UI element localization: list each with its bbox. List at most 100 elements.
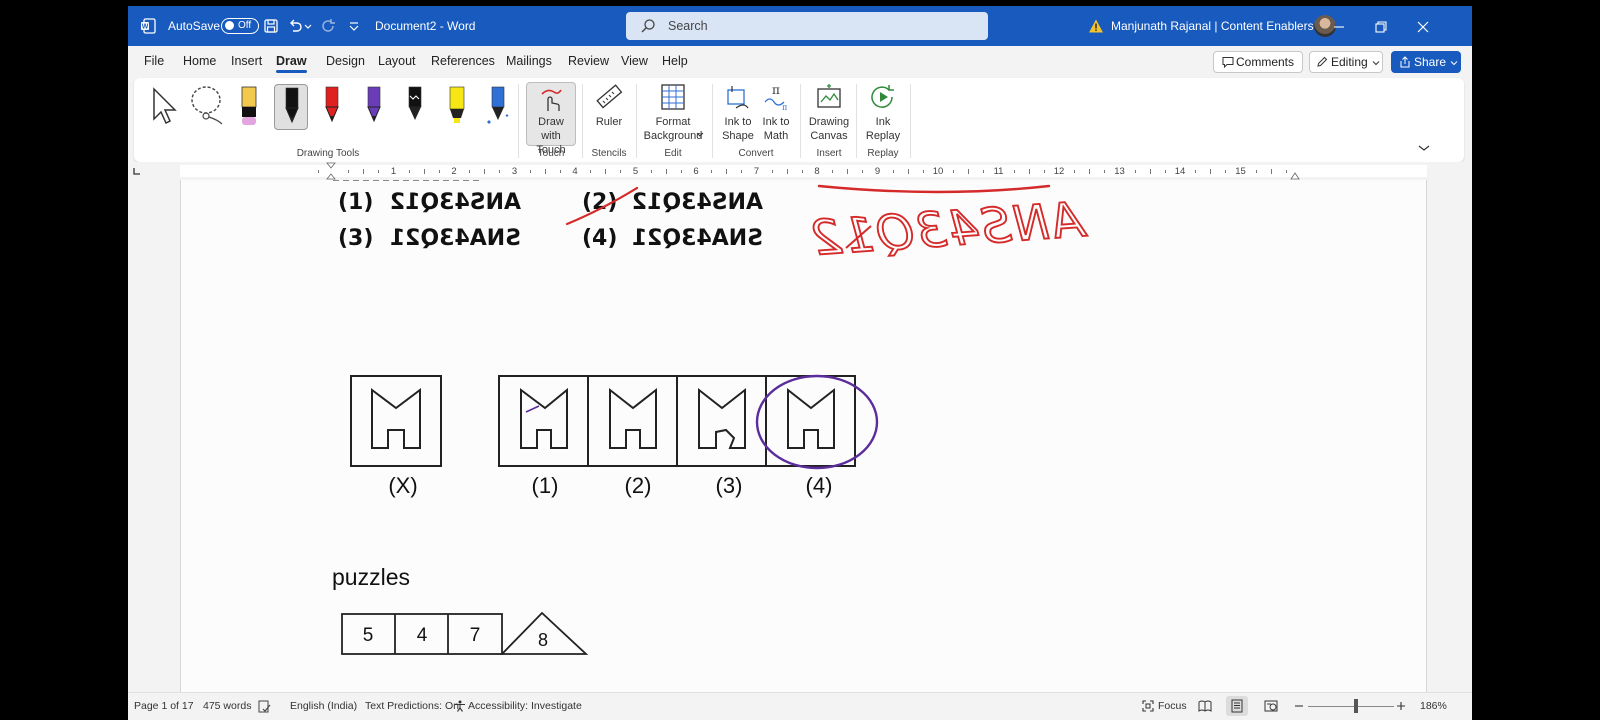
lasso-select-icon[interactable]: [188, 84, 224, 126]
ink-arc-stroke: [817, 184, 1051, 194]
menu-mailings[interactable]: Mailings: [506, 46, 552, 76]
menu-references[interactable]: References: [431, 46, 495, 76]
search-box[interactable]: Search: [626, 12, 988, 40]
web-layout-icon[interactable]: [1264, 699, 1278, 713]
menu-insert[interactable]: Insert: [231, 46, 262, 76]
ruler-tick: [968, 169, 970, 174]
left-indent-marker-icon[interactable]: [326, 162, 336, 180]
zoom-in-icon[interactable]: [1396, 701, 1406, 711]
select-objects-icon[interactable]: [148, 86, 180, 126]
word-count[interactable]: 475 words: [203, 693, 251, 719]
pencil-icon: [1317, 56, 1328, 67]
highlighter-tool-6[interactable]: [440, 84, 474, 130]
redo-icon[interactable]: [320, 18, 336, 34]
undo-dropdown-chevron-icon[interactable]: [304, 18, 312, 34]
menu-design[interactable]: Design: [326, 46, 365, 76]
ruler-tick: [1225, 170, 1227, 173]
ruler-number: 11: [993, 166, 1004, 177]
zoom-slider-thumb[interactable]: [1354, 699, 1358, 713]
zoom-level[interactable]: 186%: [1420, 693, 1447, 719]
menu-file[interactable]: File: [144, 46, 164, 76]
right-indent-marker-icon[interactable]: [1290, 171, 1300, 180]
ruler-tick: [650, 170, 652, 173]
document-page[interactable]: (1) ANS43Q12 (2) ANS43Q12 (3) SNA43Q21 (…: [180, 180, 1427, 692]
ruler-tick: [786, 169, 788, 174]
answer-figure-3: [698, 387, 746, 449]
document-area: (1) ANS43Q12 (2) ANS43Q12 (3) SNA43Q21 (…: [128, 180, 1472, 692]
tab-selector-icon[interactable]: [132, 166, 142, 176]
menu-help[interactable]: Help: [662, 46, 688, 76]
answer-figure-4: [787, 387, 835, 449]
language[interactable]: English (India): [290, 693, 357, 719]
drawing-canvas-icon: [817, 84, 841, 108]
eraser-tool-1[interactable]: [232, 84, 266, 130]
toggle-knob: [225, 21, 234, 30]
page-count[interactable]: Page 1 of 17: [134, 693, 194, 719]
menu-layout[interactable]: Layout: [378, 46, 416, 76]
ruler-button[interactable]: Ruler: [588, 82, 630, 129]
option-4-text: SNA43Q21: [632, 226, 763, 251]
draw-with-touch-button[interactable]: Draw with Touch: [526, 82, 576, 156]
zoom-slider[interactable]: [1308, 706, 1394, 707]
ink-replay-button[interactable]: Ink Replay: [860, 82, 906, 143]
ribbon-separator: [800, 84, 801, 158]
puzzle-triangle: 8: [538, 630, 548, 650]
ruler-number: 1: [390, 166, 397, 177]
ink-to-shape-button[interactable]: Ink to Shape: [718, 82, 758, 143]
pen-tool-4[interactable]: [357, 84, 391, 130]
close-button[interactable]: [1402, 6, 1444, 46]
document-title: Document2 - Word: [375, 19, 476, 33]
menu-review[interactable]: Review: [568, 46, 609, 76]
menu-home[interactable]: Home: [183, 46, 216, 76]
figure-label-2: (2): [625, 473, 652, 498]
warning-icon[interactable]: [1088, 18, 1104, 34]
ruler-track: 1 2 3 4 5 6 7 8 9 10 11 12 13 14 15: [180, 165, 1427, 177]
title-bar: W AutoSave Off Document2 - Word Search M…: [128, 6, 1472, 46]
editing-mode-button[interactable]: Editing: [1309, 51, 1383, 73]
save-icon[interactable]: [263, 18, 279, 34]
collapse-ribbon-chevron-icon[interactable]: [1418, 144, 1430, 152]
answer-figure-1: [520, 387, 568, 449]
menu-draw[interactable]: Draw: [276, 46, 307, 76]
ink-to-math-button[interactable]: π π Ink to Math: [756, 82, 796, 143]
autosave-toggle[interactable]: Off: [221, 18, 259, 34]
comments-button[interactable]: Comments: [1213, 51, 1303, 73]
ink-to-shape-label: Ink to Shape: [722, 116, 754, 142]
pen-tool-2[interactable]: [273, 84, 308, 130]
share-button[interactable]: Share: [1391, 51, 1461, 73]
horizontal-ruler[interactable]: 1 2 3 4 5 6 7 8 9 10 11 12 13 14 15: [128, 162, 1472, 180]
ruler-tick: [892, 170, 894, 173]
ruler-number: 2: [451, 166, 457, 177]
focus-mode-button[interactable]: Focus: [1158, 693, 1187, 719]
zoom-out-icon[interactable]: [1294, 701, 1304, 711]
pen-icon: [325, 86, 339, 123]
undo-icon[interactable]: [287, 18, 303, 34]
figure-label-3: (3): [716, 473, 743, 498]
read-mode-icon[interactable]: [1198, 699, 1212, 713]
accessibility-status[interactable]: Accessibility: Investigate: [468, 693, 582, 719]
user-name[interactable]: Manjunath Rajanal | Content Enablers: [1111, 6, 1314, 46]
action-pen-tool-7[interactable]: [481, 84, 515, 130]
customize-toolbar-icon[interactable]: [346, 18, 362, 34]
pencil-tool-5[interactable]: [398, 84, 432, 130]
ruler-number: 10: [932, 166, 944, 177]
drawing-canvas-button[interactable]: Drawing Canvas: [804, 82, 854, 143]
chevron-down-icon[interactable]: [696, 132, 704, 138]
ruler-tick: [832, 170, 834, 173]
menu-view[interactable]: View: [621, 46, 648, 76]
figure-label-4: (4): [806, 473, 833, 498]
restore-button[interactable]: [1360, 6, 1402, 46]
text-predictions[interactable]: Text Predictions: On: [365, 693, 459, 719]
insert-group-label: Insert: [816, 148, 842, 159]
share-icon: [1400, 56, 1410, 68]
format-background-label: Format Background: [643, 116, 703, 142]
print-layout-button[interactable]: [1226, 696, 1248, 716]
comments-label: Comments: [1236, 55, 1295, 69]
proofing-icon[interactable]: [258, 700, 271, 713]
ruler-tick: [605, 169, 607, 174]
pen-tool-3[interactable]: [315, 84, 349, 130]
ink-mark-stroke: [525, 405, 540, 413]
minimize-button[interactable]: [1318, 6, 1360, 46]
autosave-label: AutoSave: [168, 19, 221, 33]
ruler-number: 5: [632, 166, 639, 177]
